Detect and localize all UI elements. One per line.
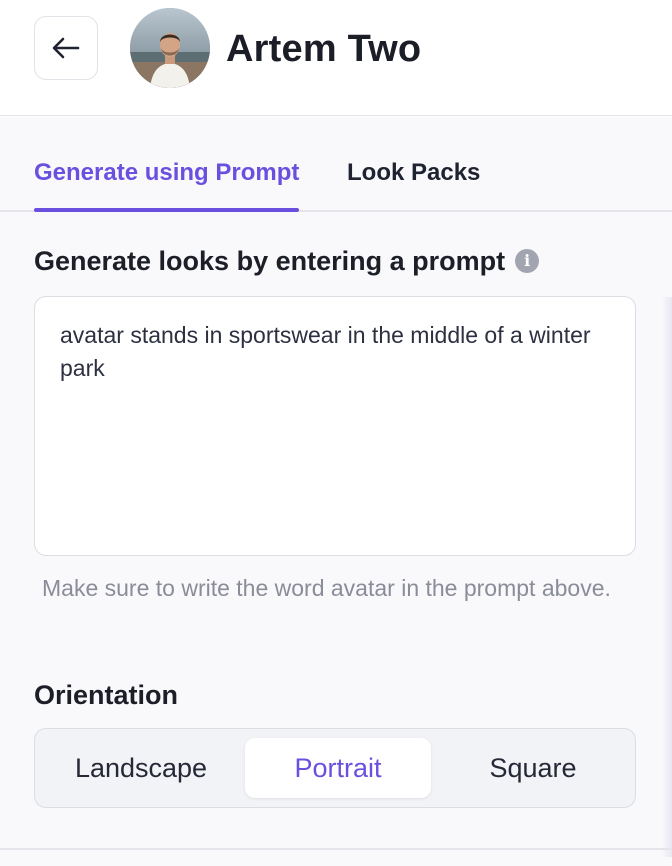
arrow-left-icon — [52, 37, 80, 59]
tab-bar: Generate using Prompt Look Packs — [0, 117, 672, 212]
info-icon[interactable]: i — [515, 249, 540, 273]
prompt-hint: Make sure to write the word avatar in th… — [42, 575, 611, 601]
main-panel: Generate using Prompt Look Packs Generat… — [0, 117, 672, 866]
avatar — [130, 8, 210, 88]
panel-edge-shadow — [662, 297, 672, 857]
active-tab-indicator — [34, 208, 299, 212]
back-button[interactable] — [34, 16, 98, 80]
tab-look-packs[interactable]: Look Packs — [347, 159, 480, 187]
page-title: Artem Two — [226, 28, 422, 70]
orientation-selector: Landscape Portrait Square — [34, 728, 636, 808]
app-root: Artem Two Generate using Prompt Look Pac… — [0, 0, 672, 866]
prompt-input[interactable] — [34, 296, 636, 556]
prompt-section-label: Generate looks by entering a prompt i — [34, 245, 540, 277]
orientation-option-portrait[interactable]: Portrait — [245, 738, 431, 798]
divider — [0, 848, 672, 850]
avatar-image — [130, 8, 210, 88]
tab-generate-using-prompt[interactable]: Generate using Prompt — [34, 159, 299, 187]
orientation-option-landscape[interactable]: Landscape — [43, 738, 239, 798]
prompt-label-text: Generate looks by entering a prompt — [34, 246, 506, 276]
orientation-label: Orientation — [34, 680, 179, 710]
header: Artem Two — [0, 0, 672, 116]
orientation-option-square[interactable]: Square — [437, 738, 629, 798]
